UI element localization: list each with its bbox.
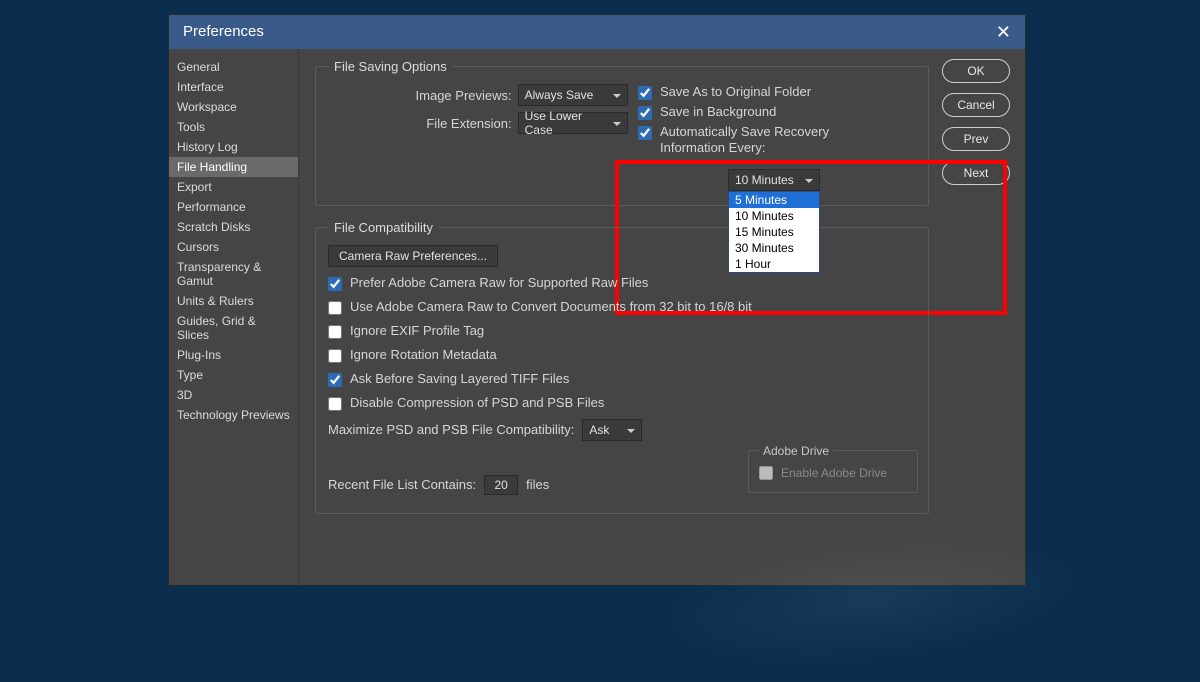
sidebar-item-units-rulers[interactable]: Units & Rulers <box>169 291 298 311</box>
ask-tiff-checkbox[interactable] <box>328 373 342 387</box>
save-in-background-label: Save in Background <box>660 104 776 119</box>
file-saving-legend: File Saving Options <box>328 59 453 74</box>
sidebar-item-3d[interactable]: 3D <box>169 385 298 405</box>
sidebar-item-transparency-gamut[interactable]: Transparency & Gamut <box>169 257 298 291</box>
save-as-original-label: Save As to Original Folder <box>660 84 811 99</box>
autosave-option[interactable]: 15 Minutes <box>729 224 819 240</box>
recent-files-input[interactable] <box>484 475 518 495</box>
sidebar-item-file-handling[interactable]: File Handling <box>169 157 298 177</box>
cancel-button[interactable]: Cancel <box>942 93 1010 117</box>
ok-button[interactable]: OK <box>942 59 1010 83</box>
sidebar-item-general[interactable]: General <box>169 57 298 77</box>
file-saving-options-group: File Saving Options Image Previews: Alwa… <box>315 59 929 206</box>
maximize-compat-label: Maximize PSD and PSB File Compatibility: <box>328 422 574 437</box>
recent-files-label: Recent File List Contains: <box>328 477 476 492</box>
next-button[interactable]: Next <box>942 161 1010 185</box>
sidebar-item-tools[interactable]: Tools <box>169 117 298 137</box>
autosave-option[interactable]: 30 Minutes <box>729 240 819 256</box>
autosave-interval-select[interactable]: 10 Minutes <box>728 169 820 191</box>
close-icon[interactable]: ✕ <box>996 15 1011 49</box>
disable-psd-comp-checkbox[interactable] <box>328 397 342 411</box>
save-as-original-checkbox[interactable] <box>638 86 652 100</box>
ignore-exif-checkbox[interactable] <box>328 325 342 339</box>
titlebar: Preferences ✕ <box>169 15 1025 49</box>
autosave-option[interactable]: 5 Minutes <box>729 192 819 208</box>
file-compatibility-group: File Compatibility Camera Raw Preference… <box>315 220 929 514</box>
sidebar-item-cursors[interactable]: Cursors <box>169 237 298 257</box>
sidebar-item-type[interactable]: Type <box>169 365 298 385</box>
save-in-background-checkbox[interactable] <box>638 106 652 120</box>
preferences-dialog: Preferences ✕ GeneralInterfaceWorkspaceT… <box>168 14 1026 586</box>
file-extension-label: File Extension: <box>368 116 512 131</box>
sidebar-item-guides-grid-slices[interactable]: Guides, Grid & Slices <box>169 311 298 345</box>
prev-button[interactable]: Prev <box>942 127 1010 151</box>
enable-adobe-drive-label: Enable Adobe Drive <box>781 466 887 480</box>
autosave-option[interactable]: 10 Minutes <box>729 208 819 224</box>
maximize-compat-select[interactable]: Ask <box>582 419 642 441</box>
autosave-label: Automatically Save Recovery Information … <box>660 124 870 157</box>
autosave-checkbox[interactable] <box>638 126 652 140</box>
preferences-main: File Saving Options Image Previews: Alwa… <box>299 49 937 585</box>
sidebar-item-technology-previews[interactable]: Technology Previews <box>169 405 298 425</box>
adobe-drive-group: Adobe Drive Enable Adobe Drive <box>748 450 918 493</box>
autosave-interval-dropdown[interactable]: 5 Minutes10 Minutes15 Minutes30 Minutes1… <box>728 191 820 273</box>
preferences-sidebar: GeneralInterfaceWorkspaceToolsHistory Lo… <box>169 49 299 585</box>
dialog-title: Preferences <box>183 15 264 49</box>
sidebar-item-performance[interactable]: Performance <box>169 197 298 217</box>
sidebar-item-interface[interactable]: Interface <box>169 77 298 97</box>
enable-adobe-drive-checkbox <box>759 466 773 480</box>
dialog-buttons: OK Cancel Prev Next <box>937 49 1025 585</box>
ignore-rotation-checkbox[interactable] <box>328 349 342 363</box>
sidebar-item-plug-ins[interactable]: Plug-Ins <box>169 345 298 365</box>
adobe-drive-legend: Adobe Drive <box>759 444 833 458</box>
use-acr-convert-checkbox[interactable] <box>328 301 342 315</box>
sidebar-item-scratch-disks[interactable]: Scratch Disks <box>169 217 298 237</box>
sidebar-item-workspace[interactable]: Workspace <box>169 97 298 117</box>
prefer-acr-checkbox[interactable] <box>328 277 342 291</box>
sidebar-item-history-log[interactable]: History Log <box>169 137 298 157</box>
camera-raw-preferences-button[interactable]: Camera Raw Preferences... <box>328 245 498 267</box>
file-extension-select[interactable]: Use Lower Case <box>518 112 628 134</box>
image-previews-label: Image Previews: <box>368 88 512 103</box>
recent-files-suffix: files <box>526 477 549 492</box>
sidebar-item-export[interactable]: Export <box>169 177 298 197</box>
autosave-option[interactable]: 1 Hour <box>729 256 819 272</box>
file-compat-legend: File Compatibility <box>328 220 439 235</box>
image-previews-select[interactable]: Always Save <box>518 84 628 106</box>
